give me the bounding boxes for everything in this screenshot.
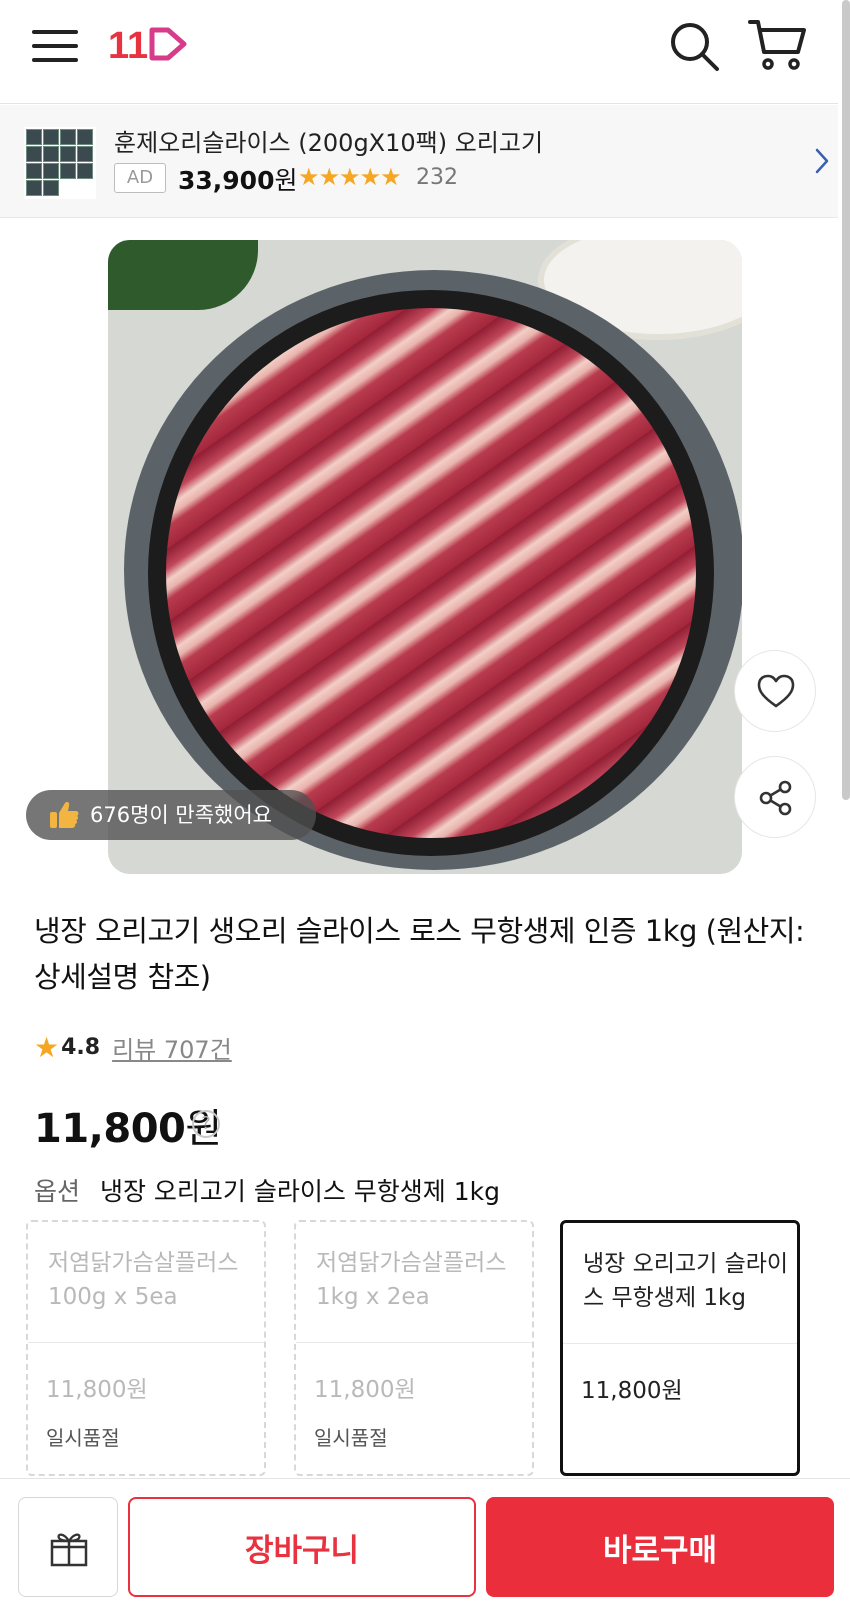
ad-rating-count: 232 [416,165,458,190]
ad-tag: AD [114,163,166,193]
ad-price: 33,900원 [178,161,298,197]
thumbs-up-icon [50,802,79,828]
menu-icon[interactable] [32,26,78,66]
star-icon: ★ [34,1030,60,1064]
satisfaction-badge: 676명이 만족했어요 [26,790,316,840]
side-dish-greens [108,240,258,310]
satisfaction-text: 676명이 만족했어요 [90,803,272,827]
option-name: 저염닭가슴살플러스 1kg x 2ea [316,1250,507,1310]
option-card-2[interactable]: 저염닭가슴살플러스 1kg x 2ea 11,800원 일시품절 [294,1220,534,1476]
option-row: 옵션 냉장 오리고기 슬라이스 무항생제 1kg [34,1172,500,1208]
buy-now-button[interactable]: 바로구매 [486,1497,834,1597]
add-to-cart-button[interactable]: 장바구니 [128,1497,476,1597]
review-link[interactable]: 리뷰 707건 [112,1030,232,1065]
option-price: 11,800원 [581,1378,683,1404]
option-status: 일시품절 [46,1426,120,1450]
search-icon[interactable] [668,20,720,72]
option-price: 11,800원 [46,1377,148,1403]
option-card-1[interactable]: 저염닭가슴살플러스 100g x 5ea 11,800원 일시품절 [26,1220,266,1476]
heart-icon [757,674,795,708]
bottom-action-bar: 장바구니 바로구매 [0,1478,850,1614]
product-title: 냉장 오리고기 생오리 슬라이스 로스 무항생제 인증 1kg (원산지: 상세… [34,914,805,994]
cart-icon[interactable] [748,18,806,72]
price-value: 11,800 [34,1106,186,1152]
share-icon [759,780,792,816]
ad-thumbnail [24,127,96,199]
top-header: 11 [0,0,838,104]
ad-rating-stars: ★★★★★ [298,163,402,191]
option-price: 11,800원 [314,1377,416,1403]
product-image[interactable] [108,240,742,874]
ad-banner[interactable]: 훈제오리슬라이스 (200gX10팩) 오리고기 AD 33,900원 ★★★★… [0,105,838,218]
wishlist-button[interactable] [734,650,816,732]
option-label: 옵션 [34,1177,81,1206]
ad-price-unit: 원 [274,166,298,195]
price-help-icon[interactable]: ? [192,1110,220,1138]
option-status: 일시품절 [314,1426,388,1450]
option-divider [296,1342,532,1343]
option-divider [28,1342,264,1343]
option-name: 저염닭가슴살플러스 100g x 5ea [48,1250,239,1310]
logo[interactable]: 11 [108,24,190,64]
option-selected-value: 냉장 오리고기 슬라이스 무항생제 1kg [99,1177,501,1206]
option-divider [563,1343,797,1344]
ad-title[interactable]: 훈제오리슬라이스 (200gX10팩) 오리고기 [114,123,543,158]
rating-row: ★ 4.8 리뷰 707건 [34,1030,232,1064]
logo-text: 11 [108,25,148,64]
duck-meat-slices [166,308,696,838]
option-card-3-selected[interactable]: 냉장 오리고기 슬라이스 무항생제 1kg 11,800원 [560,1220,800,1476]
gift-icon [50,1533,88,1567]
option-name: 냉장 오리고기 슬라이스 무항생제 1kg [583,1251,789,1311]
share-button[interactable] [734,756,816,838]
gift-button[interactable] [18,1497,118,1597]
scrollbar[interactable] [842,0,850,800]
ad-price-value: 33,900 [178,166,275,195]
rating-value: 4.8 [61,1034,101,1060]
chevron-right-icon[interactable] [814,147,830,175]
